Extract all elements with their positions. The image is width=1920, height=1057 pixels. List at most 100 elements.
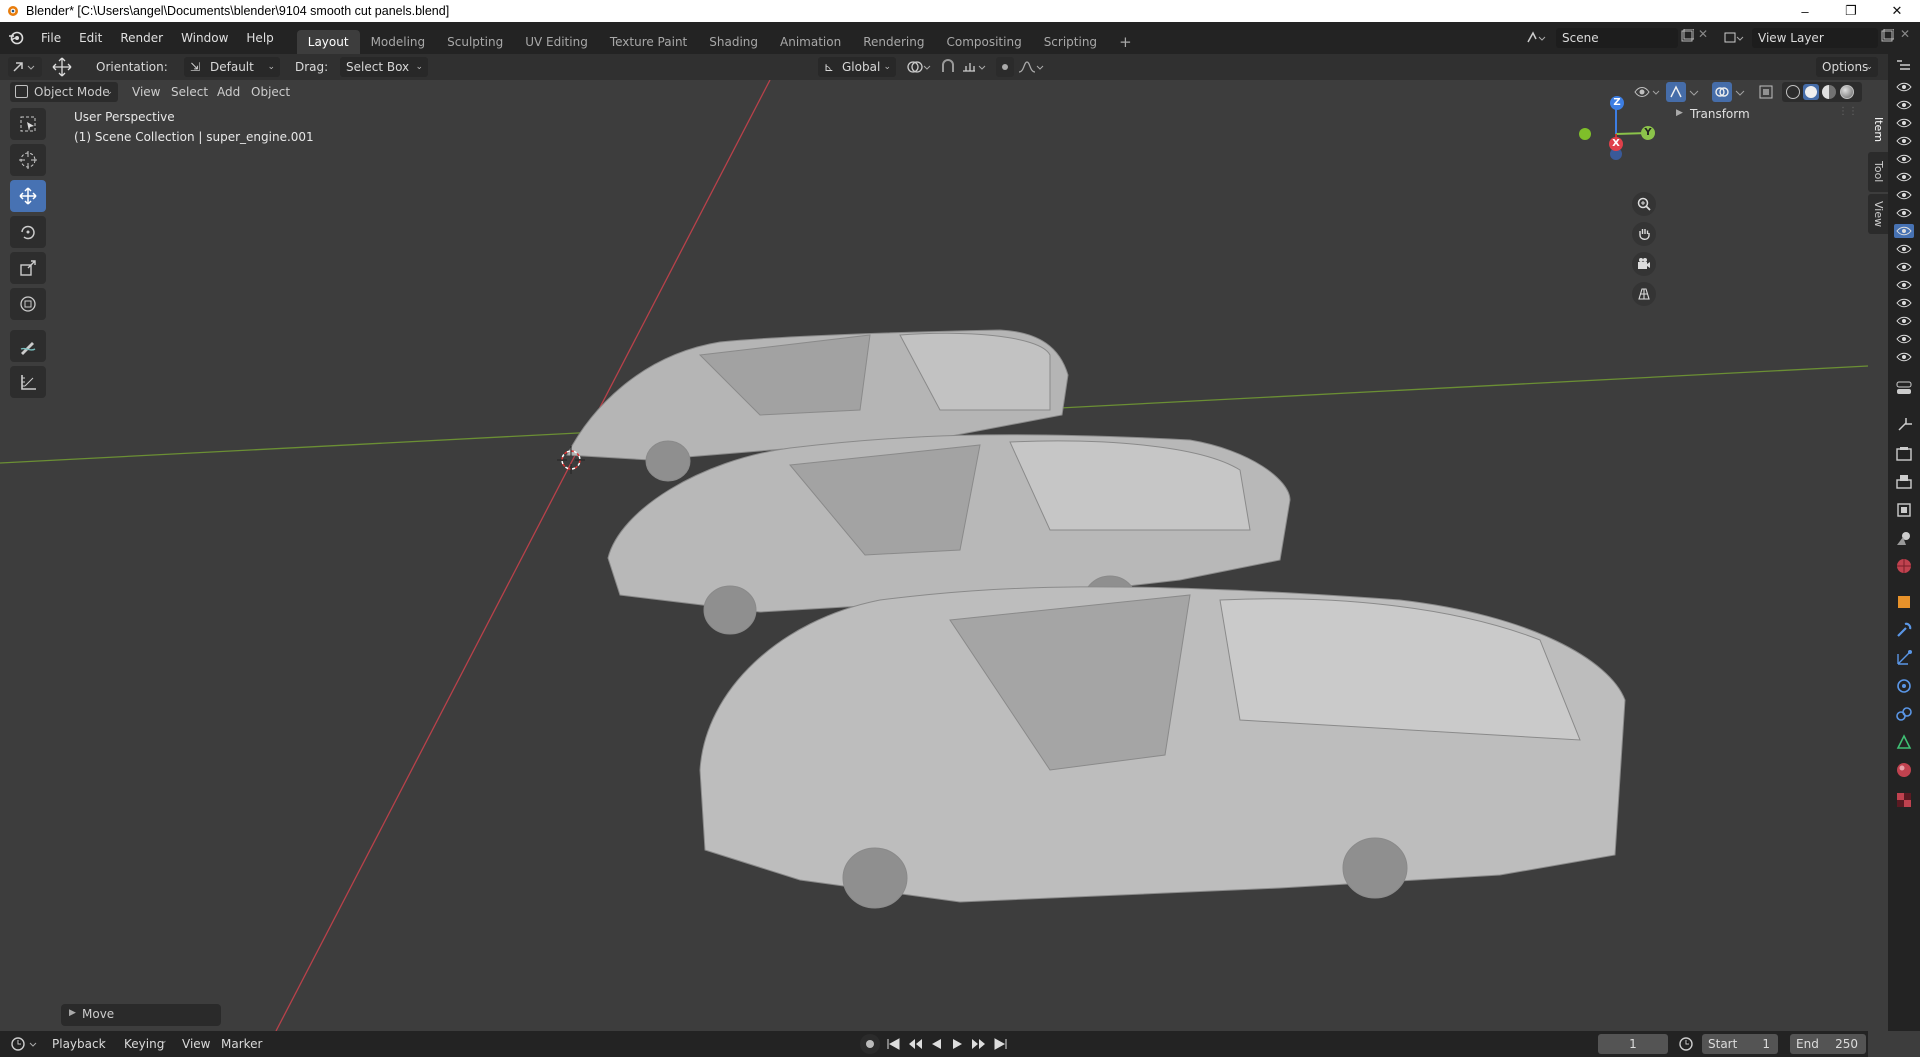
visibility-eye-icon[interactable]	[1894, 188, 1914, 202]
tab-animation[interactable]: Animation	[769, 30, 852, 54]
overlays-dropdown-icon[interactable]	[1734, 82, 1748, 102]
menu-timeline-view[interactable]: View	[182, 1033, 210, 1055]
scene-properties-icon[interactable]	[1894, 528, 1914, 548]
tab-uv-editing[interactable]: UV Editing	[514, 30, 599, 54]
jump-end-icon[interactable]	[992, 1034, 1010, 1054]
view-layer-browse-icon[interactable]	[1722, 28, 1744, 48]
blender-menu-icon[interactable]	[0, 30, 32, 46]
rendered-shading-icon[interactable]	[1840, 85, 1854, 99]
maximize-button[interactable]: ❐	[1828, 0, 1874, 22]
tab-scripting[interactable]: Scripting	[1033, 30, 1108, 54]
modifier-properties-icon[interactable]	[1894, 620, 1914, 640]
record-icon[interactable]	[860, 1034, 880, 1054]
3d-viewport[interactable]: User Perspective (1) Scene Collection | …	[0, 80, 1868, 1031]
visibility-eye-icon[interactable]	[1894, 242, 1914, 256]
menu-marker[interactable]: Marker	[221, 1033, 262, 1055]
xray-toggle-icon[interactable]	[1756, 82, 1776, 102]
tab-modeling[interactable]: Modeling	[360, 30, 437, 54]
menu-playback[interactable]: Playback	[52, 1033, 106, 1055]
visibility-eye-icon[interactable]	[1894, 116, 1914, 130]
visibility-eye-icon[interactable]	[1894, 80, 1914, 94]
close-button[interactable]: ✕	[1874, 0, 1920, 22]
menu-file[interactable]: File	[32, 22, 70, 54]
prev-keyframe-icon[interactable]	[906, 1034, 924, 1054]
view-layer-properties-icon[interactable]	[1894, 500, 1914, 520]
new-view-layer-icon[interactable]	[1880, 28, 1896, 45]
visibility-eye-icon[interactable]	[1894, 224, 1914, 238]
next-keyframe-icon[interactable]	[970, 1034, 988, 1054]
tab-sculpting[interactable]: Sculpting	[436, 30, 514, 54]
jump-start-icon[interactable]	[884, 1034, 902, 1054]
visibility-eye-icon[interactable]	[1894, 278, 1914, 292]
editor-type-icon[interactable]	[8, 57, 42, 77]
measure-tool[interactable]	[10, 366, 46, 398]
menu-view[interactable]: View	[132, 81, 160, 103]
visibility-eye-icon[interactable]	[1894, 170, 1914, 184]
menu-select[interactable]: Select	[171, 81, 208, 103]
output-properties-icon[interactable]	[1894, 472, 1914, 492]
orientation-dropdown[interactable]: ⇲ Default ⌄	[184, 57, 280, 77]
particles-properties-icon[interactable]	[1894, 648, 1914, 668]
cursor-tool[interactable]	[10, 144, 46, 176]
rotate-tool[interactable]	[10, 216, 46, 248]
visibility-eye-icon[interactable]	[1894, 98, 1914, 112]
tab-item[interactable]: Item	[1868, 110, 1888, 150]
visibility-eye-icon[interactable]	[1894, 296, 1914, 310]
outliner-editor-icon[interactable]	[1894, 58, 1914, 74]
view-layer-field[interactable]: View Layer	[1752, 28, 1878, 48]
move-tool[interactable]	[10, 180, 46, 212]
tab-tool[interactable]: Tool	[1868, 152, 1888, 192]
annotate-tool[interactable]	[10, 330, 46, 362]
menu-render[interactable]: Render	[111, 22, 172, 54]
new-scene-icon[interactable]	[1680, 28, 1696, 45]
timeline-editor-icon[interactable]	[8, 1034, 42, 1054]
material-preview-icon[interactable]	[1822, 85, 1836, 99]
clock-icon[interactable]	[1676, 1034, 1696, 1054]
tab-rendering[interactable]: Rendering	[852, 30, 935, 54]
gizmo-y-axis[interactable]: Y	[1641, 126, 1655, 140]
tab-view[interactable]: View	[1868, 194, 1888, 234]
menu-help[interactable]: Help	[237, 22, 282, 54]
gizmo-dropdown-icon[interactable]	[1688, 82, 1702, 102]
play-reverse-icon[interactable]	[927, 1034, 945, 1054]
constraints-properties-icon[interactable]	[1894, 704, 1914, 724]
overlays-toggle-icon[interactable]	[1712, 82, 1732, 102]
tool-properties-icon[interactable]	[1894, 414, 1914, 434]
tab-layout[interactable]: Layout	[296, 30, 360, 54]
data-properties-icon[interactable]	[1894, 732, 1914, 752]
end-frame-field[interactable]: End 250	[1790, 1034, 1866, 1054]
falloff-curve-icon[interactable]	[1016, 57, 1046, 77]
visibility-eye-icon[interactable]	[1894, 134, 1914, 148]
physics-properties-icon[interactable]	[1894, 676, 1914, 696]
gizmo-toggle-icon[interactable]	[1666, 82, 1686, 102]
scale-tool[interactable]	[10, 252, 46, 284]
visibility-eye-icon[interactable]	[1894, 206, 1914, 220]
pan-hand-icon[interactable]	[1632, 222, 1656, 246]
transform-orientation-dropdown[interactable]: ⊾ Global ⌄	[818, 57, 896, 77]
transform-panel-header[interactable]: ▶ Transform ⋮⋮	[1668, 104, 1864, 126]
options-dropdown[interactable]: Options ⌄	[1816, 57, 1878, 77]
mode-dropdown[interactable]: Object Mode ⌄	[10, 82, 118, 102]
start-frame-field[interactable]: Start 1	[1702, 1034, 1778, 1054]
visibility-eye-icon[interactable]	[1894, 152, 1914, 166]
menu-keying[interactable]: Keying	[124, 1033, 164, 1055]
proportional-edit-icon[interactable]	[996, 57, 1014, 77]
object-properties-icon[interactable]	[1894, 592, 1914, 612]
transform-tool[interactable]	[10, 288, 46, 320]
menu-window[interactable]: Window	[172, 22, 237, 54]
wireframe-shading-icon[interactable]	[1786, 85, 1800, 99]
texture-properties-icon[interactable]	[1894, 790, 1914, 810]
visibility-eye-icon[interactable]	[1894, 350, 1914, 364]
tab-compositing[interactable]: Compositing	[935, 30, 1032, 54]
drag-dropdown[interactable]: Select Box ⌄	[340, 57, 428, 77]
camera-view-icon[interactable]	[1632, 252, 1656, 276]
select-box-tool[interactable]	[10, 108, 46, 140]
render-properties-icon[interactable]	[1894, 444, 1914, 464]
current-frame-field[interactable]: 1	[1598, 1034, 1668, 1054]
visibility-eye-icon[interactable]	[1894, 314, 1914, 328]
minimize-button[interactable]: –	[1782, 0, 1828, 22]
add-workspace-button[interactable]: +	[1108, 30, 1143, 54]
tab-texture-paint[interactable]: Texture Paint	[599, 30, 698, 54]
tab-shading[interactable]: Shading	[698, 30, 769, 54]
remove-scene-icon[interactable]: ✕	[1698, 27, 1708, 41]
